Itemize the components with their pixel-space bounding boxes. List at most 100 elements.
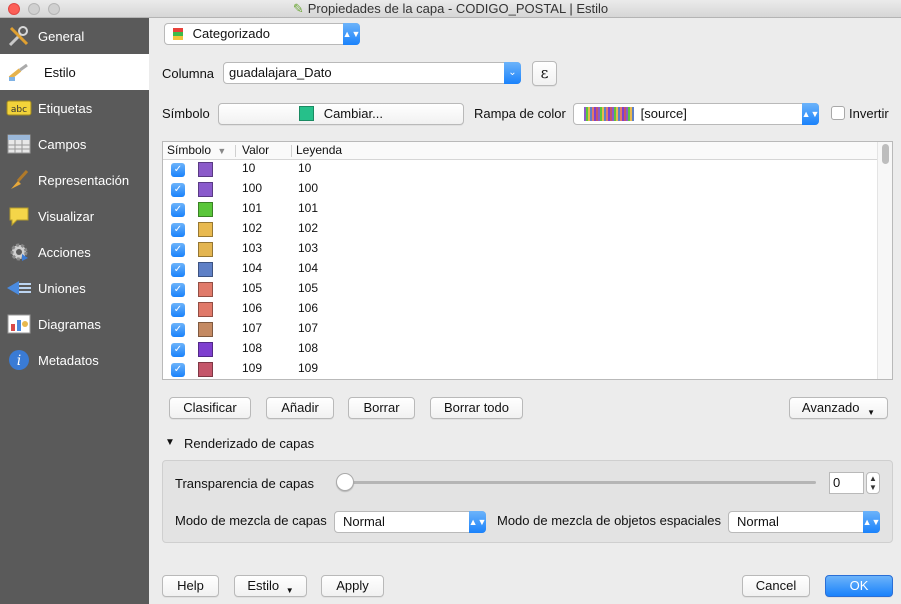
delete-all-button[interactable]: Borrar todo — [430, 397, 523, 419]
expression-button[interactable]: ε — [532, 61, 557, 86]
close-window-button[interactable] — [8, 3, 20, 15]
broom-icon — [6, 168, 32, 192]
help-button[interactable]: Help — [162, 575, 219, 597]
row-checkbox[interactable]: ✓ — [171, 183, 185, 197]
row-legend: 107 — [298, 321, 319, 335]
sidebar-item-acciones[interactable]: Acciones — [0, 234, 149, 270]
transparency-slider-handle[interactable] — [336, 473, 354, 491]
table-row[interactable]: ✓ 100 100 — [163, 180, 879, 200]
row-symbol-swatch[interactable] — [198, 282, 213, 297]
row-legend: 101 — [298, 201, 319, 215]
delete-button[interactable]: Borrar — [348, 397, 415, 419]
color-ramp-preview — [584, 107, 634, 121]
transparency-label: Transparencia de capas — [175, 476, 314, 491]
maximize-window-button[interactable] — [48, 3, 60, 15]
chevron-down-icon: ⌄ — [504, 62, 521, 84]
sidebar-item-uniones[interactable]: Uniones — [0, 270, 149, 306]
table-row[interactable]: ✓ 103 103 — [163, 240, 879, 260]
collapse-arrow-icon[interactable]: ▼ — [165, 437, 175, 448]
table-row[interactable]: ✓ 102 102 — [163, 220, 879, 240]
row-symbol-swatch[interactable] — [198, 302, 213, 317]
color-ramp-select[interactable]: [source] ▲▼ — [573, 103, 819, 125]
column-divider — [291, 145, 292, 157]
change-symbol-button[interactable]: Cambiar... — [218, 103, 464, 125]
row-value: 107 — [242, 321, 263, 335]
row-symbol-swatch[interactable] — [198, 342, 213, 357]
sidebar-item-visualizar[interactable]: Visualizar — [0, 198, 149, 234]
sidebar-item-label: Estilo — [44, 64, 76, 80]
transparency-slider[interactable] — [340, 481, 816, 484]
transparency-spinbox[interactable]: 0 — [829, 472, 864, 494]
row-symbol-swatch[interactable] — [198, 322, 213, 337]
sidebar-item-etiquetas[interactable]: abc Etiquetas — [0, 90, 149, 126]
table-row[interactable]: ✓ 106 106 — [163, 300, 879, 320]
row-legend: 100 — [298, 181, 319, 195]
minimize-window-button[interactable] — [28, 3, 40, 15]
sidebar-item-diagramas[interactable]: Diagramas — [0, 306, 149, 342]
sidebar: General Estilo abc Etiquetas Campos Repr… — [0, 18, 149, 604]
row-checkbox[interactable]: ✓ — [171, 243, 185, 257]
scrollbar-thumb[interactable] — [882, 144, 889, 164]
sidebar-item-general[interactable]: General — [0, 18, 149, 54]
table-row[interactable]: ✓ 108 108 — [163, 340, 879, 360]
table-row[interactable]: ✓ 107 107 — [163, 320, 879, 340]
layer-blend-select[interactable]: Normal ▲▼ — [334, 511, 486, 533]
expression-icon: ε — [540, 64, 549, 82]
row-symbol-swatch[interactable] — [198, 242, 213, 257]
row-checkbox[interactable]: ✓ — [171, 263, 185, 277]
row-checkbox[interactable]: ✓ — [171, 203, 185, 217]
row-checkbox[interactable]: ✓ — [171, 163, 185, 177]
table-row[interactable]: ✓ 10 10 — [163, 160, 879, 180]
color-ramp-label: Rampa de color — [474, 106, 566, 121]
row-symbol-swatch[interactable] — [198, 222, 213, 237]
join-icon — [6, 276, 32, 300]
table-row[interactable]: ✓ 101 101 — [163, 200, 879, 220]
chart-icon — [6, 312, 32, 336]
style-menu-button[interactable]: Estilo ▼ — [234, 575, 307, 597]
column-header-value[interactable]: Valor — [242, 143, 269, 157]
row-legend: 106 — [298, 301, 319, 315]
qgis-app-icon: ✎ — [292, 1, 304, 16]
sidebar-item-metadatos[interactable]: i Metadatos — [0, 342, 149, 378]
table-row[interactable]: ✓ 104 104 — [163, 260, 879, 280]
row-symbol-swatch[interactable] — [198, 202, 213, 217]
table-scrollbar[interactable] — [877, 142, 892, 379]
table-row[interactable]: ✓ 109 109 — [163, 360, 879, 379]
row-checkbox[interactable]: ✓ — [171, 343, 185, 357]
row-checkbox[interactable]: ✓ — [171, 303, 185, 317]
column-label: Columna — [162, 66, 215, 81]
table-row[interactable]: ✓ 105 105 — [163, 280, 879, 300]
column-header-symbol[interactable]: Símbolo ▼ — [167, 143, 226, 157]
classify-button[interactable]: Clasificar — [169, 397, 251, 419]
symbol-label: Símbolo — [162, 106, 210, 121]
row-checkbox[interactable]: ✓ — [171, 363, 185, 377]
sidebar-item-representacion[interactable]: Representación — [0, 162, 149, 198]
row-checkbox[interactable]: ✓ — [171, 283, 185, 297]
renderer-type-select[interactable]: Categorizado ▲▼ — [164, 23, 360, 45]
row-legend: 105 — [298, 281, 319, 295]
sidebar-item-estilo[interactable]: Estilo — [0, 54, 149, 90]
info-icon: i — [6, 348, 32, 372]
ok-button[interactable]: OK — [825, 575, 893, 597]
row-legend: 108 — [298, 341, 319, 355]
row-symbol-swatch[interactable] — [198, 362, 213, 377]
spin-updown-icon[interactable]: ▲ ▼ — [866, 472, 880, 494]
feature-blend-select[interactable]: Normal ▲▼ — [728, 511, 880, 533]
row-symbol-swatch[interactable] — [198, 162, 213, 177]
column-header-legend[interactable]: Leyenda — [296, 143, 342, 157]
column-select[interactable]: guadalajara_Dato ⌄ — [223, 62, 521, 84]
sidebar-item-campos[interactable]: Campos — [0, 126, 149, 162]
symbol-preview-swatch — [299, 106, 315, 121]
row-checkbox[interactable]: ✓ — [171, 323, 185, 337]
invert-checkbox[interactable] — [831, 106, 845, 120]
row-symbol-swatch[interactable] — [198, 262, 213, 277]
advanced-button[interactable]: Avanzado ▼ — [789, 397, 888, 419]
svg-text:i: i — [17, 353, 21, 369]
cancel-button[interactable]: Cancel — [742, 575, 810, 597]
layer-rendering-title[interactable]: Renderizado de capas — [184, 436, 314, 451]
table-header: Símbolo ▼ Valor Leyenda — [163, 142, 879, 160]
add-button[interactable]: Añadir — [266, 397, 334, 419]
row-symbol-swatch[interactable] — [198, 182, 213, 197]
apply-button[interactable]: Apply — [321, 575, 384, 597]
row-checkbox[interactable]: ✓ — [171, 223, 185, 237]
